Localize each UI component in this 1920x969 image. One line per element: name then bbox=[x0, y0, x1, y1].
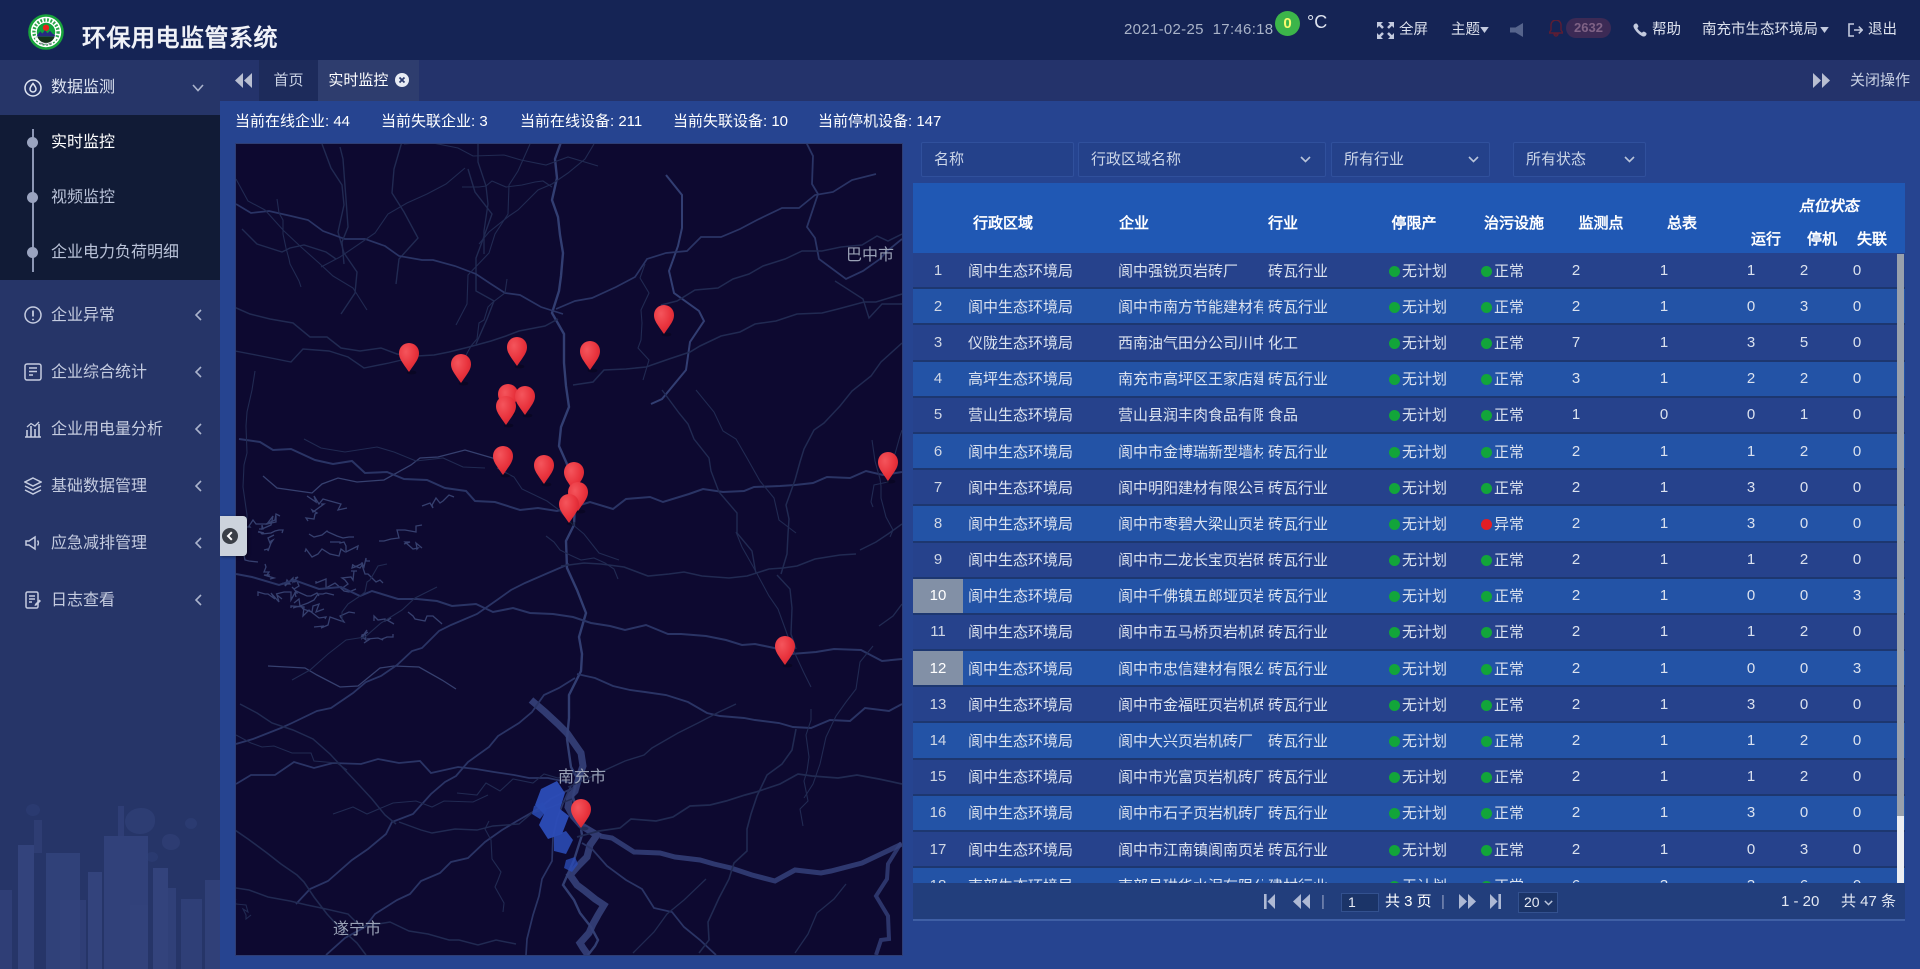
svg-text:巴中市: 巴中市 bbox=[846, 246, 894, 264]
svg-text:南充市: 南充市 bbox=[558, 768, 606, 786]
svg-text:遂宁市: 遂宁市 bbox=[333, 920, 381, 938]
